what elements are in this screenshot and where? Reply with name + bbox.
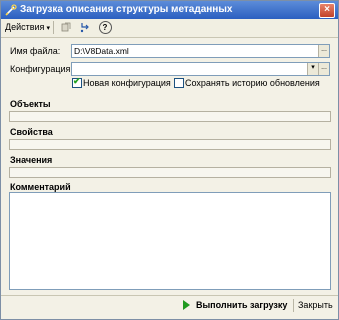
browse-file-button[interactable]: ... bbox=[318, 45, 329, 57]
file-name-label: Имя файла: bbox=[10, 46, 61, 56]
objects-heading: Объекты bbox=[10, 99, 51, 109]
comment-heading: Комментарий bbox=[10, 182, 71, 192]
title-bar[interactable]: Загрузка описания структуры метаданных × bbox=[1, 1, 338, 19]
objects-box bbox=[9, 111, 331, 122]
run-import-label: Выполнить загрузку bbox=[196, 300, 288, 310]
configuration-label: Конфигурация: bbox=[10, 64, 73, 74]
info-flow-button[interactable] bbox=[78, 20, 92, 34]
values-heading: Значения bbox=[10, 155, 53, 165]
properties-box bbox=[9, 139, 331, 150]
new-config-checkbox[interactable]: ✔ bbox=[72, 76, 82, 88]
actions-menu[interactable]: Действия ▾ bbox=[5, 22, 50, 32]
properties-heading: Свойства bbox=[10, 127, 53, 137]
refresh-icon bbox=[61, 22, 71, 32]
dialog-window: Загрузка описания структуры метаданных ×… bbox=[0, 0, 339, 320]
play-icon bbox=[183, 300, 190, 310]
configuration-dropdown-button[interactable]: ▾ bbox=[307, 63, 318, 75]
config-tool-icon bbox=[5, 4, 17, 16]
info-flow-icon bbox=[80, 23, 89, 33]
close-window-button[interactable]: × bbox=[319, 3, 335, 18]
save-history-checkbox[interactable] bbox=[174, 78, 184, 88]
help-icon: ? bbox=[98, 20, 112, 34]
close-button[interactable]: Закрыть bbox=[298, 300, 333, 310]
file-name-field[interactable]: D:\V8Data.xml ... bbox=[71, 44, 330, 58]
actions-menu-label: Действия bbox=[5, 22, 45, 32]
configuration-select-button[interactable]: ... bbox=[318, 63, 329, 75]
chevron-down-icon: ▾ bbox=[46, 25, 50, 32]
footer-button-divider bbox=[293, 299, 294, 312]
toolbar-divider bbox=[53, 21, 54, 34]
footer-divider bbox=[1, 295, 338, 296]
file-name-value: D:\V8Data.xml bbox=[74, 46, 129, 56]
window-title: Загрузка описания структуры метаданных bbox=[20, 4, 233, 15]
configuration-field[interactable]: ▾ ... bbox=[71, 62, 330, 76]
refresh-button[interactable] bbox=[59, 20, 73, 34]
toolbar: Действия ▾ ? bbox=[1, 19, 338, 38]
help-button[interactable]: ? bbox=[98, 20, 112, 34]
save-history-label: Сохранять историю обновления bbox=[185, 78, 320, 88]
comment-textarea[interactable] bbox=[9, 192, 331, 290]
checkmark-icon: ✔ bbox=[73, 76, 81, 86]
new-config-label: Новая конфигурация bbox=[83, 78, 171, 88]
values-box bbox=[9, 167, 331, 178]
